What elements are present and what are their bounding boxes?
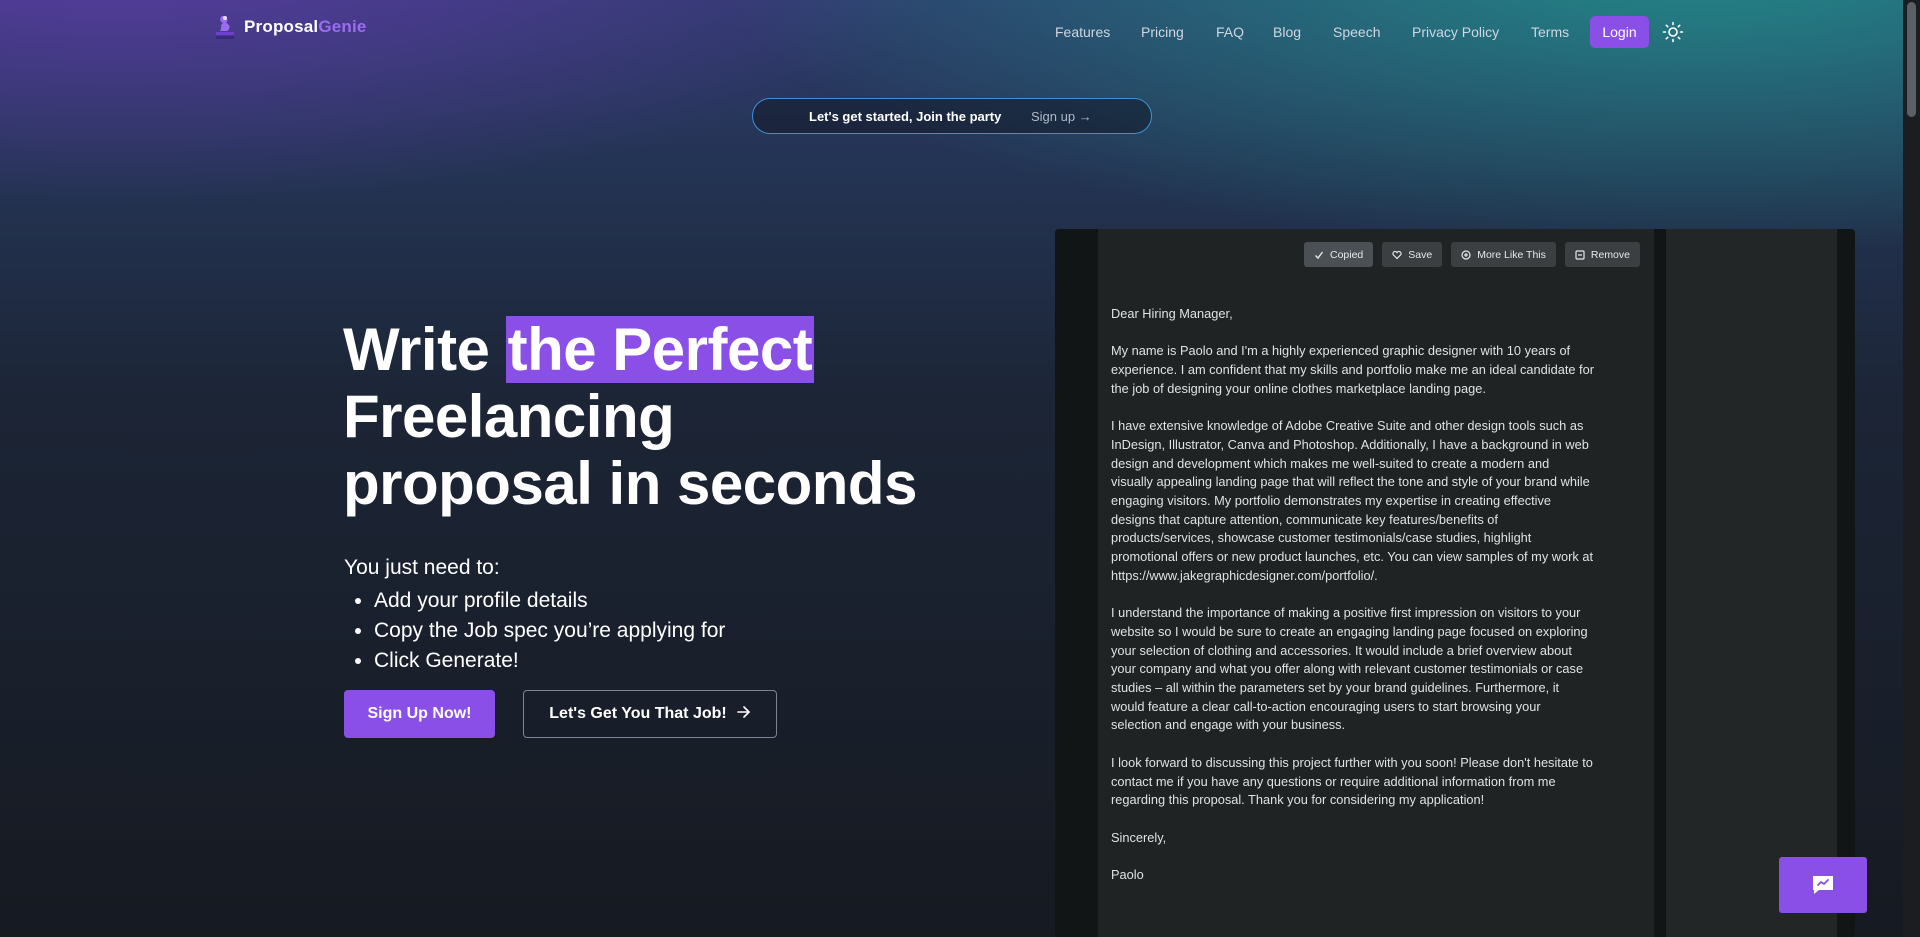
letter-closing: Sincerely, [1111,829,1167,845]
letter-greeting: Dear Hiring Manager, [1111,306,1233,321]
copied-button[interactable]: Copied [1304,242,1374,267]
login-button[interactable]: Login [1590,16,1649,48]
genie-logo-icon [216,14,238,40]
page-scrollbar[interactable] [1903,0,1920,937]
nav-faq[interactable]: FAQ [1216,24,1244,40]
headline-line2: Freelancing [343,383,675,450]
nav-features[interactable]: Features [1055,24,1110,40]
save-label: Save [1408,248,1433,261]
nav-privacy-policy[interactable]: Privacy Policy [1412,24,1499,40]
panel-margin [1055,229,1098,937]
banner-text: Let's get started, Join the party [809,108,1002,124]
more-like-this-button[interactable]: More Like This [1451,242,1556,267]
sun-icon[interactable] [1662,21,1684,43]
brand-name-accent: Genie [318,17,367,36]
announcement-banner[interactable]: Let's get started, Join the party Sign u… [752,98,1152,134]
steps-list: Add your profile details Copy the Job sp… [352,586,725,676]
nav-speech[interactable]: Speech [1333,24,1380,40]
proposal-side-panel [1666,229,1855,937]
proposal-document: Copied Save More Like This Remove Dear H… [1098,229,1654,937]
nav-terms[interactable]: Terms [1531,24,1569,40]
remove-label: Remove [1590,248,1630,261]
hero-headline: Write the Perfect Freelancing proposal i… [343,316,917,517]
proposal-letter: Dear Hiring Manager, My name is Paolo an… [1111,305,1594,903]
copied-label: Copied [1330,248,1364,261]
nav-pricing[interactable]: Pricing [1141,24,1184,40]
letter-paragraph: My name is Paolo and I'm a highly experi… [1111,343,1594,396]
more-like-this-label: More Like This [1477,248,1546,261]
remove-button[interactable]: Remove [1564,242,1640,267]
brand-logo[interactable]: ProposalGenie [216,14,367,40]
nav-blog[interactable]: Blog [1273,24,1301,40]
get-job-label: Let's Get You That Job! [549,705,727,722]
heart-icon [1392,250,1402,259]
letter-paragraph: I understand the importance of making a … [1111,605,1588,733]
scrollbar-thumb[interactable] [1907,2,1916,117]
panel-divider [1654,229,1666,937]
sign-up-now-button[interactable]: Sign Up Now! [344,690,495,738]
brand-name: ProposalGenie [244,17,367,37]
letter-paragraph: I look forward to discussing this projec… [1111,754,1593,808]
feedback-button[interactable] [1779,857,1867,913]
proposal-toolbar: Copied Save More Like This Remove [1304,242,1640,267]
get-job-button[interactable]: Let's Get You That Job! [523,690,777,738]
headline-highlight: the Perfect [505,316,815,383]
letter-paragraph: I have extensive knowledge of Adobe Crea… [1111,418,1594,583]
brand-name-bold: Proposal [244,17,319,36]
steps-intro: You just need to: [344,556,500,579]
arrow-right-icon [736,705,751,723]
feedback-chat-icon [1813,876,1833,894]
proposal-preview-panel: Copied Save More Like This Remove Dear H… [1055,229,1855,937]
panel-edge [1837,229,1855,937]
headline-plain: Write [343,316,506,383]
step-item: Click Generate! [374,646,725,676]
plus-circle-icon [1461,249,1471,260]
letter-signature: Paolo [1111,867,1144,882]
headline-line3: proposal in seconds [343,450,917,517]
banner-signup-link[interactable]: Sign up → [1031,109,1092,124]
minus-square-icon [1575,249,1585,260]
step-item: Add your profile details [374,586,725,616]
step-item: Copy the Job spec you’re applying for [374,616,725,646]
save-button[interactable]: Save [1382,242,1443,267]
check-icon [1315,251,1324,259]
